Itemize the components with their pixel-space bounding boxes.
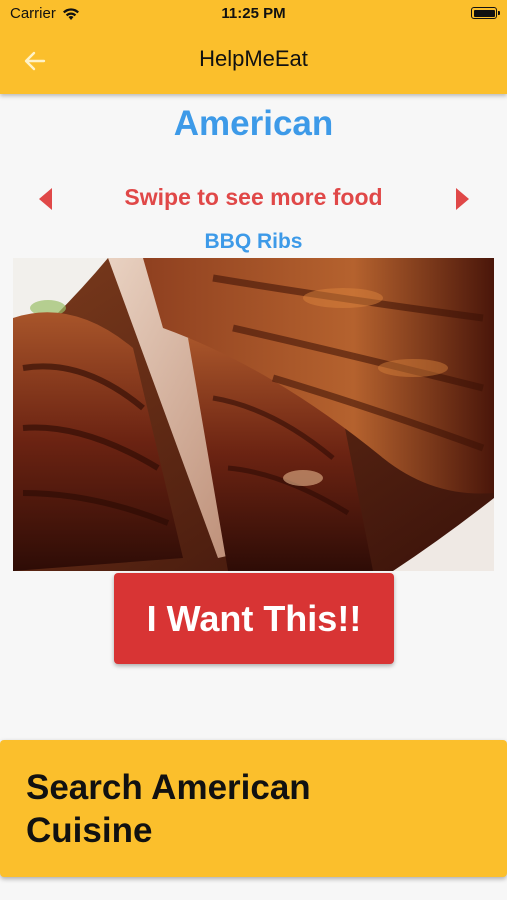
search-cuisine-label: Search American Cuisine [26, 768, 311, 850]
i-want-this-button[interactable]: I Want This!! [114, 573, 394, 664]
swipe-hint: Swipe to see more food [124, 184, 383, 210]
next-food-arrow-icon[interactable] [456, 188, 469, 210]
cuisine-title: American [173, 104, 334, 143]
battery-icon [471, 7, 500, 19]
app-bar: HelpMeEat [0, 28, 507, 94]
bbq-ribs-image [13, 258, 494, 571]
status-bar: Carrier 11:25 PM [0, 0, 507, 28]
screen: Carrier 11:25 PM HelpMeEat American Swip… [0, 0, 507, 900]
dish-name: BBQ Ribs [204, 230, 303, 253]
search-cuisine-button[interactable]: Search American Cuisine [0, 740, 507, 877]
app-header: Carrier 11:25 PM HelpMeEat [0, 0, 507, 94]
swipe-navigation: Swipe to see more food [0, 184, 507, 214]
status-time: 11:25 PM [221, 5, 286, 22]
app-title: HelpMeEat [199, 46, 308, 71]
food-photo[interactable] [13, 258, 494, 571]
